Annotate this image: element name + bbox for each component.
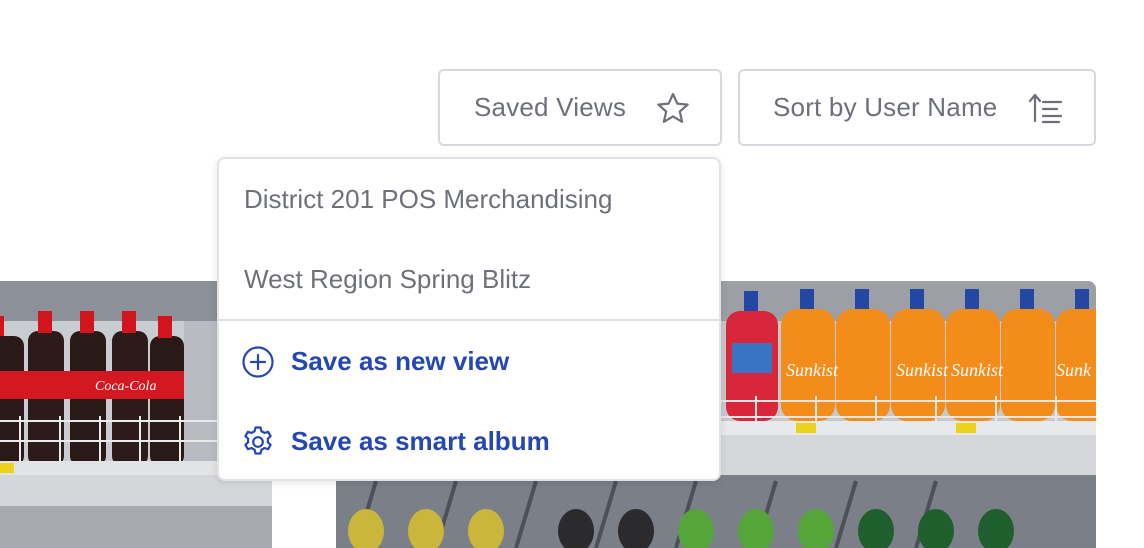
gallery-page: Coca-Cola Sunkist Sunkist Sunkist Sunk S…: [0, 0, 1144, 548]
saved-view-item[interactable]: District 201 POS Merchandising: [219, 159, 719, 239]
svg-text:Sunkist: Sunkist: [786, 360, 839, 380]
saved-view-label: District 201 POS Merchandising: [244, 183, 613, 214]
svg-text:Coca-Cola: Coca-Cola: [95, 379, 156, 394]
save-as-smart-album-button[interactable]: Save as smart album: [219, 401, 719, 481]
saved-views-dropdown: District 201 POS Merchandising West Regi…: [217, 157, 721, 481]
saved-views-label: Saved Views: [474, 92, 627, 122]
svg-text:Sunk: Sunk: [1056, 360, 1092, 380]
sort-button[interactable]: Sort by User Name: [738, 69, 1096, 146]
sort-ascending-icon: [1028, 93, 1063, 124]
save-as-new-view-label: Save as new view: [291, 345, 510, 376]
star-outline-icon: [657, 92, 689, 123]
saved-view-label: West Region Spring Blitz: [244, 263, 532, 294]
save-as-new-view-button[interactable]: Save as new view: [219, 321, 719, 401]
svg-text:Sunkist: Sunkist: [951, 360, 1004, 380]
save-as-smart-album-label: Save as smart album: [291, 425, 550, 456]
sort-label: Sort by User Name: [773, 92, 998, 122]
svg-text:Sunkist: Sunkist: [896, 360, 949, 380]
gear-icon: [244, 426, 272, 455]
saved-view-item[interactable]: West Region Spring Blitz: [219, 239, 719, 319]
plus-circle-icon: [242, 346, 274, 378]
saved-views-button[interactable]: Saved Views: [438, 69, 722, 146]
